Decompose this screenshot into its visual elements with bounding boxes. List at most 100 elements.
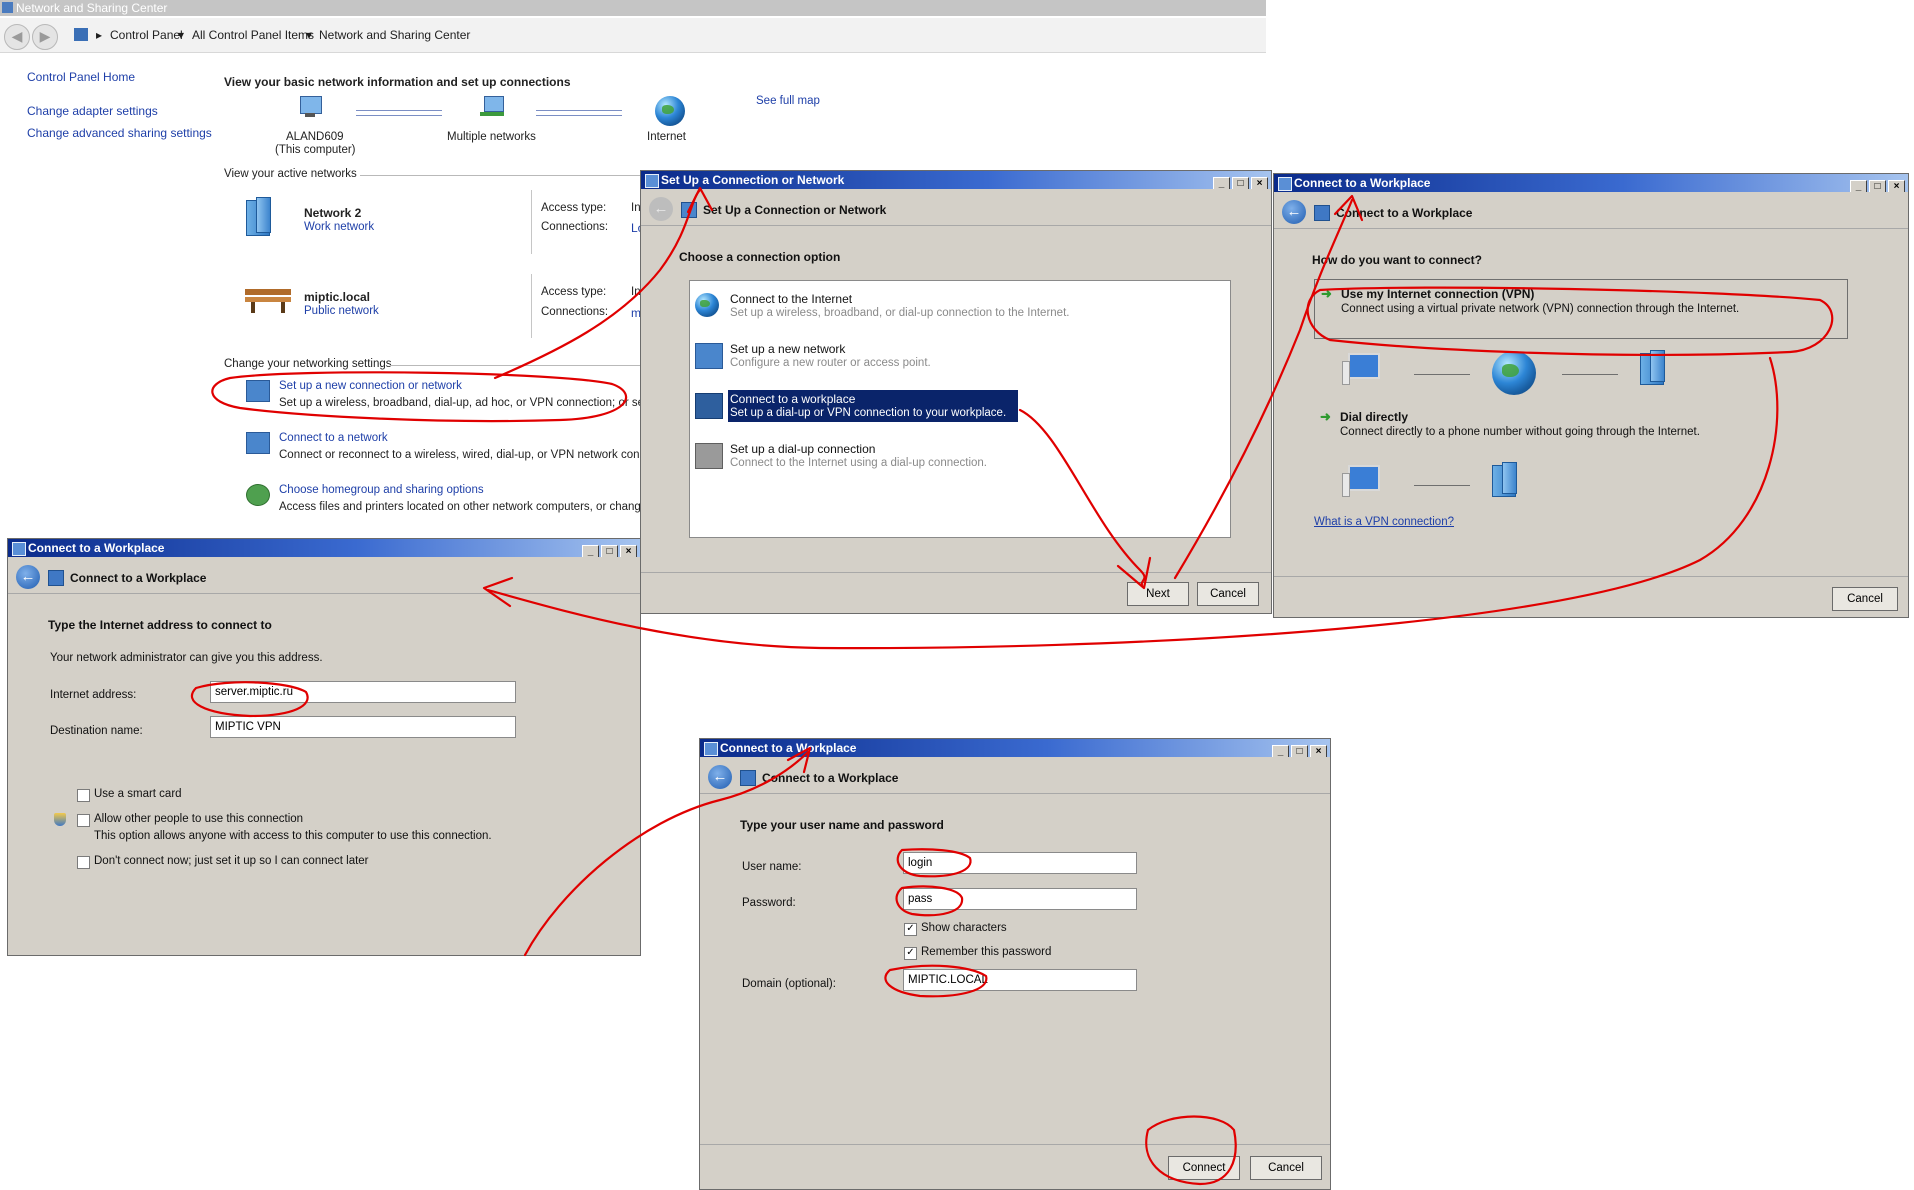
control-panel-icon <box>74 28 88 41</box>
cancel-button[interactable]: Cancel <box>1197 582 1259 606</box>
password-label: Password: <box>742 897 796 909</box>
remember-password-checkbox[interactable]: ✓ <box>904 947 917 960</box>
breadcrumb-nsc[interactable]: Network and Sharing Center <box>319 28 470 42</box>
dont-connect-checkbox[interactable] <box>77 856 90 869</box>
option-connect-internet[interactable]: Connect to the Internet Set up a wireles… <box>690 287 1230 327</box>
globe-icon <box>1492 351 1536 395</box>
breadcrumb-all-items[interactable]: All Control Panel Items <box>192 28 314 42</box>
green-arrow-icon: ➜ <box>1321 286 1332 301</box>
access-type-label: Access type: <box>541 286 607 298</box>
smart-card-label: Use a smart card <box>94 788 182 800</box>
connect-button[interactable]: Connect <box>1168 1156 1240 1180</box>
globe-icon <box>655 96 685 126</box>
change-settings-label: Change your networking settings <box>224 358 392 370</box>
computer-icon <box>1342 465 1380 497</box>
vpn-option[interactable]: ➜ Use my Internet connection (VPN) Conne… <box>1314 279 1848 339</box>
dial-desc: Connect directly to a phone number witho… <box>1340 426 1700 438</box>
option-desc: Set up a dial-up or VPN connection to yo… <box>730 407 1007 419</box>
option-dialup[interactable]: Set up a dial-up connection Connect to t… <box>690 437 1230 477</box>
back-arrow-icon[interactable]: ← <box>16 565 40 589</box>
dialog-footer: Connect Cancel <box>700 1144 1330 1189</box>
header-text: Connect to a Workplace <box>762 771 899 785</box>
computer-sub: (This computer) <box>275 144 356 156</box>
network-icon <box>12 542 26 556</box>
smart-card-checkbox[interactable] <box>77 789 90 802</box>
option-desc: Set up a wireless, broadband, or dial-up… <box>730 307 1070 319</box>
option-connect-workplace[interactable]: Connect to a workplace Set up a dial-up … <box>690 387 1230 427</box>
divider <box>531 274 532 338</box>
user-name-label: User name: <box>742 861 802 873</box>
what-is-vpn-link[interactable]: What is a VPN connection? <box>1314 516 1454 528</box>
destination-name-input[interactable]: MIPTIC VPN <box>210 716 516 738</box>
change-advanced-sharing-link[interactable]: Change advanced sharing settings <box>27 126 212 140</box>
dial-title[interactable]: Dial directly <box>1340 410 1408 424</box>
chevron-icon: ▸ <box>96 28 103 42</box>
workplace-credentials-dialog: Connect to a Workplace _ □ × ← Connect to … <box>699 738 1331 1190</box>
network-icon <box>704 742 718 756</box>
back-arrow-icon[interactable]: ← <box>708 765 732 789</box>
address-note: Your network administrator can give you … <box>50 652 323 664</box>
dialog-title: Connect to a Workplace <box>28 541 165 555</box>
dont-connect-label: Don't connect now; just set it up so I c… <box>94 855 369 867</box>
nsc-titlebar: Network and Sharing Center <box>0 0 1266 16</box>
option-title: Connect to the Internet <box>730 292 853 306</box>
header-text: Connect to a Workplace <box>1336 206 1473 220</box>
see-full-map-link[interactable]: See full map <box>756 95 820 107</box>
forward-icon[interactable]: ▶ <box>32 24 58 50</box>
dialog-titlebar: Connect to a Workplace _ □ × <box>8 539 640 560</box>
chevron-icon[interactable]: ▾ <box>306 28 312 42</box>
address-prompt: Type the Internet address to connect to <box>48 618 272 632</box>
password-input[interactable]: pass <box>903 888 1137 910</box>
building-icon <box>1640 350 1665 385</box>
task-desc: Access files and printers located on oth… <box>279 501 657 513</box>
access-type-label: Access type: <box>541 202 607 214</box>
map-link-line <box>536 110 622 116</box>
task-connect-network-link[interactable]: Connect to a network <box>279 432 388 444</box>
domain-input[interactable]: MIPTIC.LOCAL <box>903 969 1137 991</box>
setup-connection-dialog: Set Up a Connection or Network _ □ × ← Set… <box>640 170 1272 614</box>
active-networks-label: View your active networks <box>224 168 357 180</box>
network-icon <box>681 202 697 218</box>
building-icon <box>48 570 64 586</box>
building-icon <box>695 393 723 419</box>
cancel-button[interactable]: Cancel <box>1250 1156 1322 1180</box>
breadcrumb-control-panel[interactable]: Control Panel <box>110 28 183 42</box>
task-homegroup-link[interactable]: Choose homegroup and sharing options <box>279 484 484 496</box>
dialog-titlebar: Connect to a Workplace _ □ × <box>1274 174 1908 195</box>
next-button[interactable]: Next <box>1127 582 1189 606</box>
control-panel-home-link[interactable]: Control Panel Home <box>27 70 135 84</box>
network-type-link[interactable]: Work network <box>304 221 374 233</box>
back-arrow-icon[interactable]: ← <box>649 197 673 221</box>
multiple-networks-label: Multiple networks <box>447 131 536 143</box>
dialog-body: Choose a connection option Connect to th… <box>641 225 1271 573</box>
internet-address-input[interactable]: server.miptic.ru <box>210 681 516 703</box>
dialog-header: ← Set Up a Connection or Network <box>641 189 1271 225</box>
network-name: miptic.local <box>304 290 371 304</box>
user-name-input[interactable]: login <box>903 852 1137 874</box>
credentials-prompt: Type your user name and password <box>740 818 944 832</box>
show-characters-checkbox[interactable]: ✓ <box>904 923 917 936</box>
task-setup-connection-link[interactable]: Set up a new connection or network <box>279 380 462 392</box>
new-connection-icon <box>246 380 270 402</box>
cancel-button[interactable]: Cancel <box>1832 587 1898 611</box>
dialog-titlebar: Connect to a Workplace _ □ × <box>700 739 1330 760</box>
vpn-title: Use my Internet connection (VPN) <box>1341 287 1535 301</box>
dialog-header: ← Connect to a Workplace <box>1274 192 1908 228</box>
change-adapter-settings-link[interactable]: Change adapter settings <box>27 104 158 118</box>
map-link-line <box>356 110 442 116</box>
option-title: Connect to a workplace <box>730 392 856 406</box>
allow-others-checkbox[interactable] <box>77 814 90 827</box>
back-arrow-icon[interactable]: ← <box>1282 200 1306 224</box>
option-title: Set up a dial-up connection <box>730 442 876 456</box>
chevron-icon[interactable]: ▾ <box>178 28 184 42</box>
option-new-network[interactable]: Set up a new network Configure a new rou… <box>690 337 1230 377</box>
connection-option-list: Connect to the Internet Set up a wireles… <box>689 280 1231 538</box>
vpn-desc: Connect using a virtual private network … <box>1341 303 1740 315</box>
domain-label: Domain (optional): <box>742 978 836 990</box>
globe-icon <box>695 293 719 317</box>
network-type-link[interactable]: Public network <box>304 305 379 317</box>
dialog-body: How do you want to connect? ➜ Use my Int… <box>1274 228 1908 577</box>
back-icon[interactable]: ◀ <box>4 24 30 50</box>
how-connect-prompt: How do you want to connect? <box>1312 253 1482 267</box>
address-bar: ◀ ▶ ▸ Control Panel ▾ All Control Panel … <box>0 18 1266 53</box>
